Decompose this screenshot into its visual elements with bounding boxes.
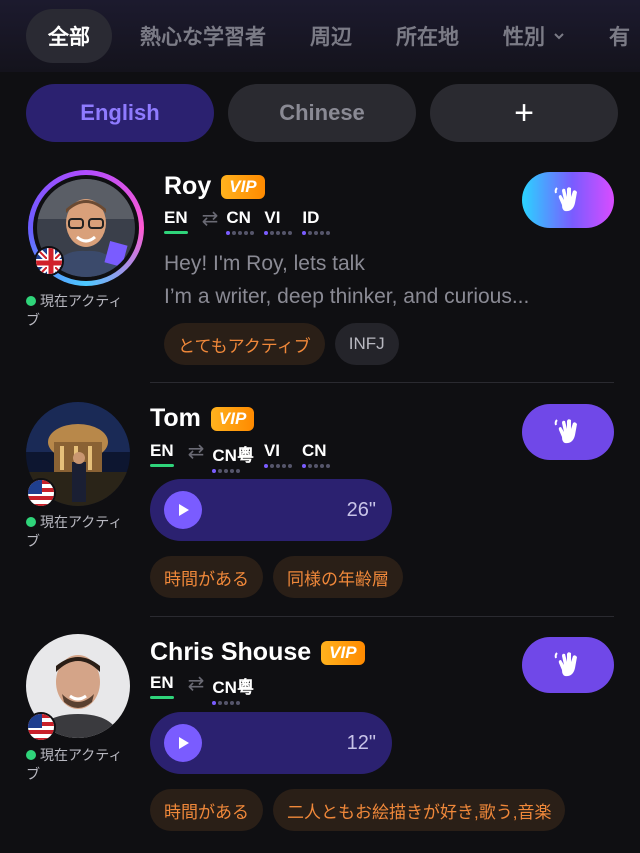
- divider: [150, 616, 614, 617]
- wave-button[interactable]: [522, 404, 614, 460]
- play-icon: [179, 504, 189, 516]
- voice-duration: 26": [346, 498, 376, 521]
- tab-all[interactable]: 全部: [26, 9, 112, 63]
- learning-language: VI: [264, 208, 293, 235]
- voice-intro-player[interactable]: 12": [150, 712, 392, 774]
- tag: INFJ: [334, 323, 399, 365]
- us-flag-icon: [26, 478, 56, 508]
- native-language-code: EN: [164, 208, 188, 227]
- avatar[interactable]: [28, 170, 144, 286]
- learning-language: ID: [302, 208, 331, 235]
- lang-filter-english[interactable]: English: [26, 84, 214, 142]
- language-filter-row: English Chinese +: [26, 84, 618, 142]
- tag: 時間がある: [150, 556, 263, 598]
- divider: [150, 382, 614, 383]
- learning-language-code: VI: [264, 208, 281, 227]
- wave-button[interactable]: [522, 172, 614, 228]
- vip-badge: VIP: [210, 406, 255, 431]
- status-text: 現在アクティブ: [26, 293, 123, 328]
- learning-language-code: VI: [263, 441, 281, 460]
- vip-badge: VIP: [221, 174, 265, 199]
- voice-duration: 12": [346, 731, 376, 754]
- learning-language-code: CN粵: [212, 446, 254, 465]
- tag-list: 時間がある 二人ともお絵描きが好き,歌う,音楽: [150, 789, 566, 831]
- status-text: 現在アクティブ: [26, 747, 123, 782]
- tab-gender[interactable]: 性別: [503, 21, 565, 51]
- uk-flag-icon: [34, 246, 64, 276]
- active-status: 現在アクティブ: [26, 513, 136, 551]
- us-flag-icon: [26, 712, 56, 742]
- category-tabs: 全部 熱心な学習者 周辺 所在地 性別 有: [0, 0, 640, 72]
- status-text: 現在アクティブ: [26, 514, 123, 549]
- user-name: Tom: [150, 404, 201, 432]
- learning-language: CN粵: [212, 441, 254, 473]
- tab-eager-learners[interactable]: 熱心な学習者: [140, 21, 266, 51]
- voice-intro-player[interactable]: 26": [150, 479, 392, 541]
- tag-list: とてもアクティブ INFJ: [164, 323, 399, 365]
- tab-more[interactable]: 有: [609, 21, 630, 51]
- user-name: Chris Shouse: [150, 638, 312, 666]
- tag: とてもアクティブ: [164, 323, 325, 365]
- wave-hand-icon: [554, 419, 577, 444]
- swap-arrows-icon: ⇄: [187, 441, 205, 463]
- learning-language-code: CN粵: [212, 678, 254, 697]
- wave-hand-icon: [554, 652, 577, 677]
- native-language: EN: [150, 441, 174, 467]
- tag: 二人ともお絵描きが好き,歌う,音楽: [273, 789, 566, 831]
- online-dot-icon: [26, 296, 36, 306]
- vip-badge: VIP: [321, 640, 365, 665]
- learning-language-code: ID: [302, 208, 320, 227]
- tab-location[interactable]: 所在地: [396, 21, 459, 51]
- name-row: Roy VIP: [164, 172, 265, 201]
- learning-language-code: CN: [301, 441, 327, 460]
- chevron-down-icon: [554, 33, 564, 40]
- play-button[interactable]: [164, 724, 202, 762]
- online-dot-icon: [26, 750, 36, 760]
- active-status: 現在アクティブ: [26, 746, 136, 784]
- name-row: Chris Shouse VIP: [150, 638, 365, 667]
- learning-language: CN粵: [212, 673, 254, 705]
- tab-gender-label: 性別: [503, 26, 545, 49]
- learning-language: CN: [226, 208, 255, 235]
- wave-hand-icon: [554, 187, 577, 212]
- bio-line-1: Hey! I'm Roy, lets talk: [164, 252, 365, 275]
- native-language-code: EN: [150, 441, 174, 460]
- wave-button[interactable]: [522, 637, 614, 693]
- bio-line-2: I’m a writer, deep thinker, and curious.…: [164, 285, 530, 308]
- tab-nearby[interactable]: 周辺: [310, 21, 352, 51]
- native-language-code: EN: [150, 673, 174, 692]
- tag-list: 時間がある 同様の年齢層: [150, 556, 403, 598]
- play-button[interactable]: [164, 491, 202, 529]
- online-dot-icon: [26, 517, 36, 527]
- learning-language-code: CN: [226, 208, 251, 227]
- tag: 同様の年齢層: [273, 556, 403, 598]
- lang-filter-chinese[interactable]: Chinese: [228, 84, 416, 142]
- swap-arrows-icon: ⇄: [187, 673, 205, 695]
- tag: 時間がある: [150, 789, 263, 831]
- language-pair: EN ⇄ CN粵: [150, 673, 264, 705]
- active-status: 現在アクティブ: [26, 292, 136, 330]
- user-name: Roy: [164, 172, 212, 200]
- play-icon: [179, 737, 189, 749]
- learning-language: VI: [263, 441, 292, 468]
- avatar[interactable]: [26, 402, 130, 511]
- native-language: EN: [164, 208, 188, 234]
- language-pair: EN ⇄ CN粵 VI CN: [150, 441, 340, 473]
- name-row: Tom VIP: [150, 404, 255, 433]
- language-pair: EN ⇄ CN VI ID: [164, 208, 340, 235]
- avatar[interactable]: [26, 634, 130, 743]
- learning-language: CN: [301, 441, 330, 468]
- native-language: EN: [150, 673, 174, 699]
- swap-arrows-icon: ⇄: [201, 208, 219, 230]
- add-language-button[interactable]: +: [430, 84, 618, 142]
